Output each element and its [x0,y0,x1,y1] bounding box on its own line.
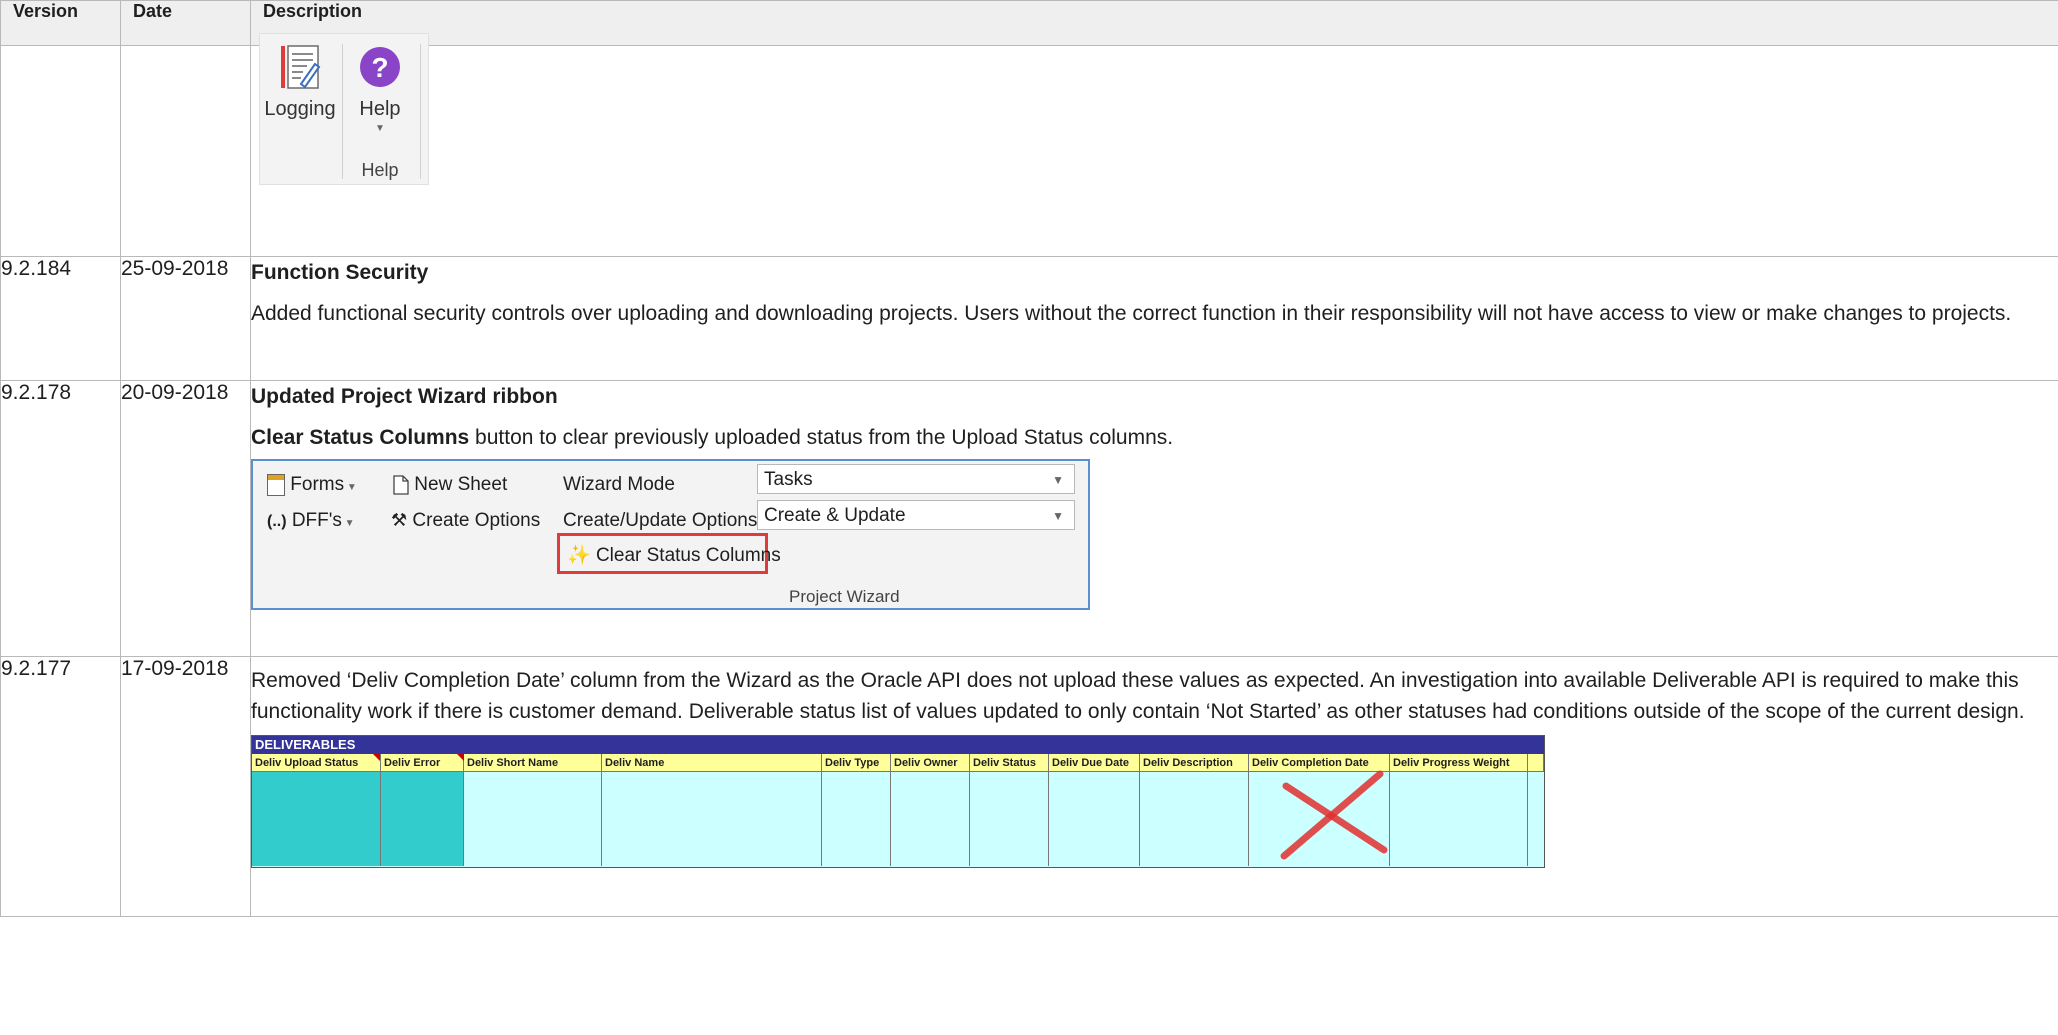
deliverables-title: DELIVERABLES [252,736,1544,754]
chevron-down-icon: ▼ [344,482,357,493]
grid-column [1390,772,1528,866]
red-cross-icon [1280,770,1388,860]
grid-column [1049,772,1140,866]
description-header: Description [250,0,2058,46]
help-group-label: Help [361,160,399,180]
dff-icon: (..) [267,513,287,530]
version-cell [0,45,121,257]
entry-body: Removed ‘Deliv Completion Date’ column f… [251,669,2025,723]
grid-column [252,772,381,866]
version-cell: 9.2.177 [0,656,121,917]
table-row: 9.2.177 17-09-2018 Removed ‘Deliv Comple… [0,656,2058,917]
comment-indicator [373,754,380,761]
wizard-mode-label: Wizard Mode [563,474,675,495]
new-sheet-button[interactable]: New Sheet [393,469,507,500]
description-cell: Updated Project Wizard ribbon Clear Stat… [250,380,2058,657]
date-cell: 20-09-2018 [120,380,251,657]
logging-icon [281,45,321,89]
column-header: Deliv Type [822,754,891,772]
dffs-button[interactable]: (..) DFF's ▼ [267,505,355,539]
column-header: Deliv Error [381,754,464,772]
grid-column [464,772,602,866]
logging-label: Logging [264,98,336,120]
date-header: Date [120,0,251,46]
comment-indicator [457,754,464,761]
create-update-options-select[interactable]: Create & Update ▼ [757,500,1075,530]
grid-column [970,772,1049,866]
version-cell: 9.2.184 [0,256,121,381]
tools-icon: ⚒ [391,510,408,530]
chevron-down-icon: ▼ [1052,509,1064,523]
column-header-blank [1528,754,1544,772]
help-ribbon-screenshot: Logging ? Help ▼ Help [259,33,429,185]
project-wizard-group-label: Project Wizard [789,587,900,606]
svg-text:?: ? [371,52,388,83]
column-header: Deliv Progress Weight [1390,754,1528,772]
table-row: Logging ? Help ▼ Help [0,33,2058,257]
project-wizard-ribbon-screenshot: Forms ▼ (..) DFF's ▼ New Sheet ⚒ Create … [251,459,1090,610]
grid-column [822,772,891,866]
magic-wand-icon: ✨ [567,545,591,566]
clear-status-columns-button[interactable]: ✨ Clear Status Columns [567,540,781,571]
help-button[interactable]: ? Help ▼ [348,46,412,134]
grid-column [381,772,464,866]
version-cell: 9.2.178 [0,380,121,657]
entry-title: Function Security [251,261,429,284]
create-options-button[interactable]: ⚒ Create Options [391,505,540,536]
column-header: Deliv Status [970,754,1049,772]
date-cell [120,45,251,257]
grid-column [891,772,970,866]
forms-button[interactable]: Forms ▼ [267,469,357,503]
description-cell: Function Security Added functional secur… [250,256,2058,381]
chevron-down-icon: ▼ [1052,473,1064,487]
version-header: Version [0,0,121,46]
column-header: Deliv Owner [891,754,970,772]
page-icon [393,475,409,495]
description-cell: Removed ‘Deliv Completion Date’ column f… [250,656,2058,917]
column-header: Deliv Upload Status [252,754,381,772]
date-cell: 25-09-2018 [120,256,251,381]
date-cell: 17-09-2018 [120,656,251,917]
column-header: Deliv Description [1140,754,1249,772]
column-header: Deliv Name [602,754,822,772]
entry-body: Clear Status Columns button to clear pre… [251,422,2058,453]
entry-body-bold: Clear Status Columns [251,426,470,449]
forms-icon [267,473,285,496]
entry-body: Added functional security controls over … [251,302,2012,325]
change-log-table: Version Date Description Logging ? Help … [0,0,2058,917]
logging-button[interactable]: Logging [262,44,338,121]
description-cell: Logging ? Help ▼ Help [250,33,2058,257]
column-header: Deliv Short Name [464,754,602,772]
table-row: 9.2.178 20-09-2018 Updated Project Wizar… [0,380,2058,657]
chevron-down-icon: ▼ [375,123,385,134]
entry-title: Updated Project Wizard ribbon [251,385,558,408]
grid-column [602,772,822,866]
column-header: Deliv Due Date [1049,754,1140,772]
grid-column [1140,772,1249,866]
entry-body-rest: button to clear previously uploaded stat… [469,426,1174,449]
table-row: 9.2.184 25-09-2018 Function Security Add… [0,256,2058,381]
chevron-down-icon: ▼ [341,518,355,529]
deliverables-sheet-screenshot: DELIVERABLES Deliv Upload Status Deliv E… [251,735,1545,868]
question-icon: ? [360,47,400,87]
wizard-mode-select[interactable]: Tasks ▼ [757,464,1075,494]
create-update-options-label: Create/Update Options [563,510,758,531]
help-label: Help [359,98,401,120]
